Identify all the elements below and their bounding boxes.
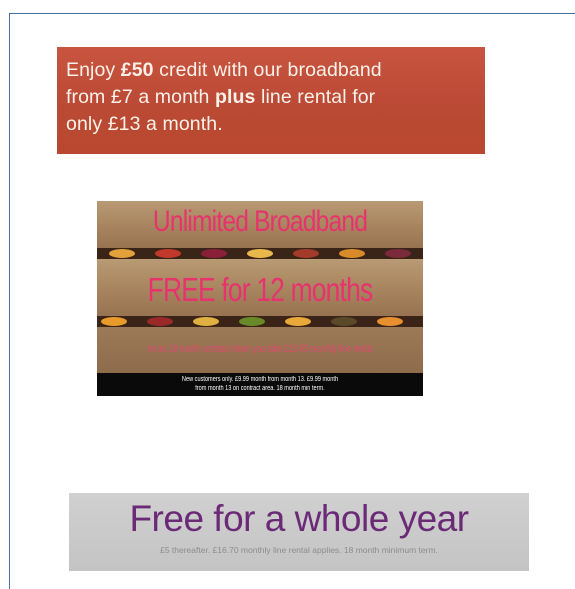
banner3-headline: Free for a whole year [129,498,469,539]
free-year-banner[interactable]: Free for a whole year £5 thereafter. £16… [69,493,529,571]
banner2-footer-line2: from month 13 on contract area. 18 month… [195,385,325,392]
frame-left-border [9,13,10,589]
banner2-offer-note: on an 18 month contract when you take £1… [147,343,373,355]
frame-top-border [9,13,575,14]
fruit-row-bottom [97,316,423,327]
banner2-footer-line1: New customers only. £9.99 month from mon… [181,376,339,383]
fruit-row-top [97,248,423,259]
unlimited-broadband-banner[interactable]: Unlimited Broadband FREE for 12 months o… [97,201,423,396]
banner1-line2: from £7 a month plus line rental for [66,86,376,108]
banner3-subtext: £5 thereafter. £16.70 monthly line renta… [160,545,438,555]
banner1-line3: only £13 a month. [66,113,223,135]
banner2-subheadline: FREE for 12 months [147,271,374,308]
banner2-terms-footer: New customers only. £9.99 month from mon… [97,373,423,396]
plus-word: plus [215,86,256,108]
banner1-line1: Enjoy £50 credit with our broadband [66,59,382,81]
banner2-headline: Unlimited Broadband [152,205,368,238]
broadband-credit-banner[interactable]: Enjoy £50 credit with our broadband from… [57,47,485,154]
credit-amount: £50 [120,59,154,81]
